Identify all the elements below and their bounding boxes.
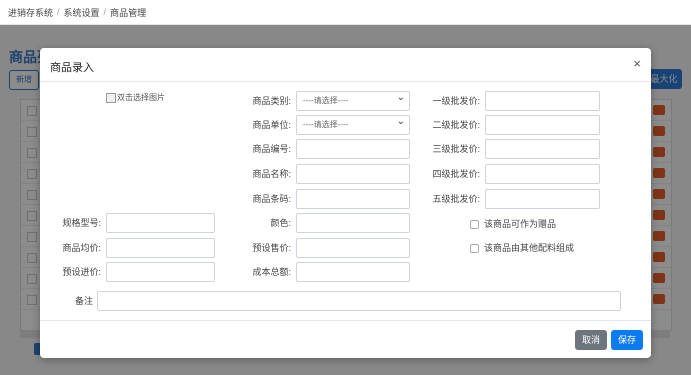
breadcrumb-separator: / [103, 7, 107, 17]
app-page: 进销存系统 / 系统设置 / 商品管理 商品列 新增 最大化 商品录入 × 双击… [0, 0, 691, 375]
category-select[interactable]: ----请选择---- [296, 89, 410, 111]
breadcrumb-separator: / [57, 7, 60, 17]
wholesale-4-input[interactable] [485, 164, 600, 184]
product-image-picker[interactable]: 双击选择图片 [106, 92, 165, 103]
unit-label: 商品单位: [252, 120, 291, 130]
purchase-price-input[interactable] [106, 262, 215, 282]
purchase-price-label: 预设进价: [62, 267, 101, 277]
dialog-footer: 取消 保存 [40, 320, 651, 358]
name-input[interactable] [296, 164, 410, 184]
barcode-label: 商品条码: [252, 194, 291, 204]
breadcrumb-item-settings[interactable]: 系统设置 [64, 6, 100, 19]
wholesale-3-input[interactable] [485, 139, 600, 159]
sale-price-input[interactable] [296, 238, 410, 258]
wholesale-5-label: 五级批发价: [432, 194, 480, 204]
wholesale-2-input[interactable] [485, 115, 600, 135]
category-label: 商品类别: [252, 96, 291, 106]
cancel-button[interactable]: 取消 [575, 330, 607, 350]
composite-checkbox[interactable]: 该商品由其他配料组成 [470, 241, 574, 255]
code-label: 商品编号: [252, 144, 291, 154]
wholesale-3-label: 三级批发价: [432, 144, 480, 154]
barcode-input[interactable] [296, 189, 410, 209]
broken-image-icon [106, 92, 116, 103]
dialog-header: 商品录入 × [40, 48, 651, 82]
avg-price-label: 商品均价: [62, 243, 101, 253]
checkbox-box[interactable] [470, 244, 479, 254]
image-placeholder-text: 双击选择图片 [117, 93, 165, 102]
wholesale-1-input[interactable] [485, 91, 600, 111]
gift-checkbox-label: 该商品可作为赠品 [484, 219, 557, 229]
color-label: 颜色: [270, 218, 291, 228]
spec-label: 规格型号: [62, 218, 101, 228]
breadcrumb-item-system[interactable]: 进销存系统 [8, 6, 53, 19]
remark-label: 备注 [74, 296, 93, 306]
unit-select[interactable]: ----请选择---- [296, 113, 410, 135]
name-label: 商品名称: [252, 169, 291, 179]
remark-input[interactable] [97, 291, 621, 311]
code-input[interactable] [296, 139, 410, 159]
close-icon[interactable]: × [633, 56, 641, 71]
composite-checkbox-label: 该商品由其他配料组成 [484, 243, 575, 253]
wholesale-2-label: 二级批发价: [432, 120, 480, 130]
breadcrumb-item-product: 商品管理 [110, 7, 147, 18]
wholesale-4-label: 四级批发价: [432, 169, 480, 179]
wholesale-5-input[interactable] [485, 189, 600, 209]
gift-checkbox[interactable]: 该商品可作为赠品 [470, 217, 556, 231]
checkbox-box[interactable] [470, 220, 479, 230]
avg-price-input[interactable] [106, 238, 215, 258]
sale-price-label: 预设售价: [252, 243, 291, 253]
color-input[interactable] [296, 213, 410, 233]
total-cost-label: 成本总额: [252, 267, 291, 277]
wholesale-1-label: 一级批发价: [432, 96, 480, 106]
dialog-title: 商品录入 [50, 62, 94, 74]
spec-input[interactable] [106, 213, 215, 233]
product-entry-dialog: 商品录入 × 双击选择图片 商品类别: ----请选择---- 商品单位: --… [40, 48, 651, 358]
save-button[interactable]: 保存 [611, 330, 643, 350]
breadcrumb: 进销存系统 / 系统设置 / 商品管理 [0, 0, 691, 25]
total-cost-input[interactable] [296, 262, 410, 282]
